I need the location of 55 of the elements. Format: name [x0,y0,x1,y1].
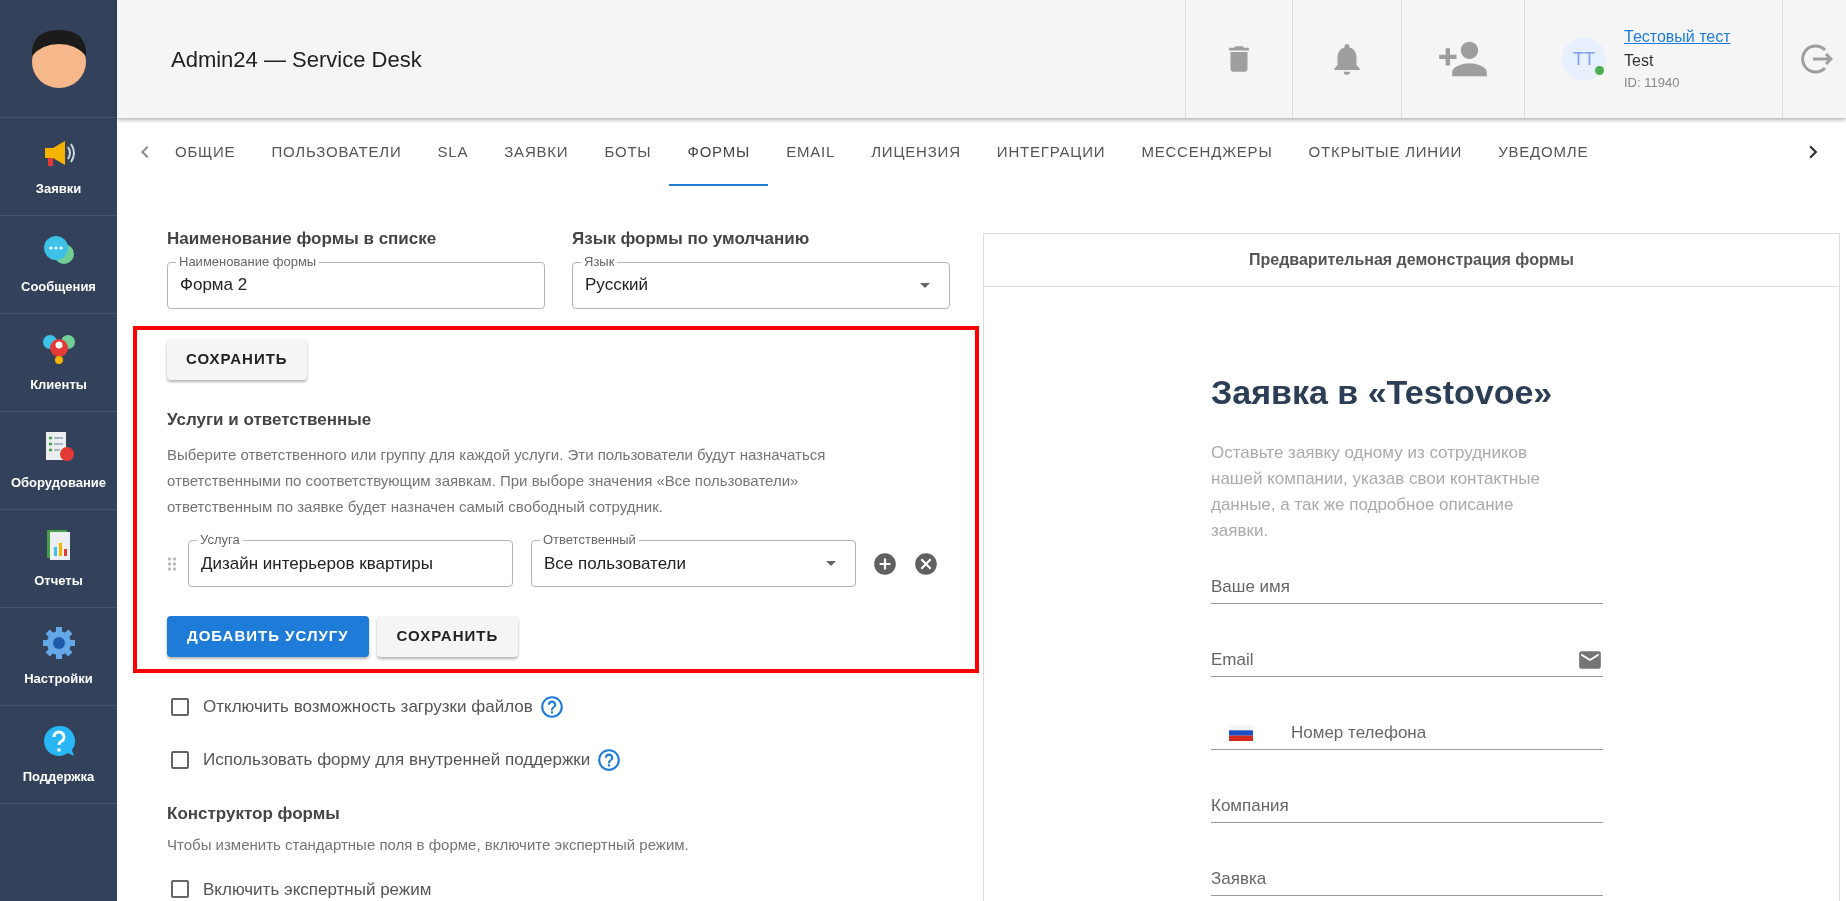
section-heading: Услуги и ответственные [167,408,373,431]
settings-tab[interactable]: ЗАЯВКИ [486,118,587,186]
add-service-button[interactable]: ДОБАВИТЬ УСЛУГУ [167,616,369,657]
section-description: Выберите ответственного или группу для каждой услуги. Эти пользователи будут назначаться ответственными по соответствующим заявкам. При выборе значения «Все пользователи» ответственным по заявке будет назначен самый свободный сотрудник. [167,445,827,517]
dropdown-caret-icon [826,561,836,566]
settings-tab[interactable]: МЕССЕНДЖЕРЫ [1123,118,1291,186]
settings-tab[interactable]: ОБЩИЕ [157,118,254,186]
preview-input-field[interactable]: Email [1211,643,1603,677]
section-heading: Конструктор формы [167,802,341,825]
save-button[interactable]: СОХРАНИТЬ [376,616,519,657]
checkbox-label[interactable]: Включить экспертный режим [203,876,432,901]
remove-icon[interactable] [913,551,939,577]
save-button[interactable]: СОХРАНИТЬ [167,338,307,380]
section-heading: Наименование формы в списке [167,228,438,250]
checkbox-label[interactable]: Отключить возможность загрузки файлов [203,694,533,720]
checkbox[interactable] [171,698,189,716]
settings-tab[interactable]: ФОРМЫ [669,118,769,186]
settings-tab[interactable]: ЛИЦЕНЗИЯ [853,118,979,186]
sidebar-nav-item[interactable]: Заявки [0,118,117,216]
checkbox[interactable] [171,751,189,769]
settings-tab[interactable]: ИНТЕГРАЦИИ [978,118,1124,186]
settings-tab[interactable]: ОТКРЫТЫЕ ЛИНИИ [1290,118,1481,186]
checkbox[interactable] [171,880,189,899]
user-name-link[interactable]: Тестовый тест [1624,25,1731,50]
preview-input-field[interactable]: Компания [1211,789,1603,823]
preview-form-description: Оставьте заявку одному из сотрудников нашей компании, указав свои контактные данные, а так же подробное описание заявки. [1211,442,1541,542]
user-id: ID: 11940 [1624,74,1681,93]
section-heading: Язык формы по умолчанию [572,228,811,250]
sidebar-nav-item[interactable]: Клиенты [0,314,117,412]
settings-tab[interactable]: БОТЫ [586,118,670,186]
preview-title: Предварительная демонстрация формы [1249,250,1574,270]
sidebar-nav-item[interactable]: Отчеты [0,510,117,608]
app-title: Admin24 — Service Desk [171,45,422,74]
gear-icon [40,624,77,661]
preview-input-field[interactable]: Ваше имя [1211,570,1603,604]
section-description: Чтобы изменить стандартные поля в форме, включите экспертный режим. [167,835,690,855]
add-icon[interactable] [872,551,898,577]
dropdown-caret-icon [920,282,930,288]
preview-form-heading: Заявка в «Testovoe» [1211,372,1554,413]
sidebar-nav-item[interactable]: Настройки [0,608,117,706]
sidebar-nav-item[interactable]: Поддержка [0,706,117,804]
preview-input-field[interactable]: Заявка [1211,862,1603,896]
field-label: Услуга [197,532,243,548]
flag-icon [1229,724,1253,741]
settings-tab[interactable]: ПОЛЬЗОВАТЕЛИ [253,118,420,186]
settings-tab[interactable]: EMAIL [768,118,854,186]
settings-tab[interactable]: УВЕДОМЛЕ [1480,118,1607,186]
sidebar-nav-item[interactable]: Сообщения [0,216,117,314]
user-login: Test [1624,51,1655,72]
help-icon[interactable] [596,747,623,773]
settings-tab[interactable]: SLA [419,118,487,186]
help-icon[interactable] [538,694,565,720]
checkbox-label[interactable]: Использовать форму для внутренней поддержки [203,747,591,773]
preview-input-field[interactable]: Номер телефона [1211,716,1603,750]
sidebar-nav-item[interactable]: Оборудование [0,412,117,510]
